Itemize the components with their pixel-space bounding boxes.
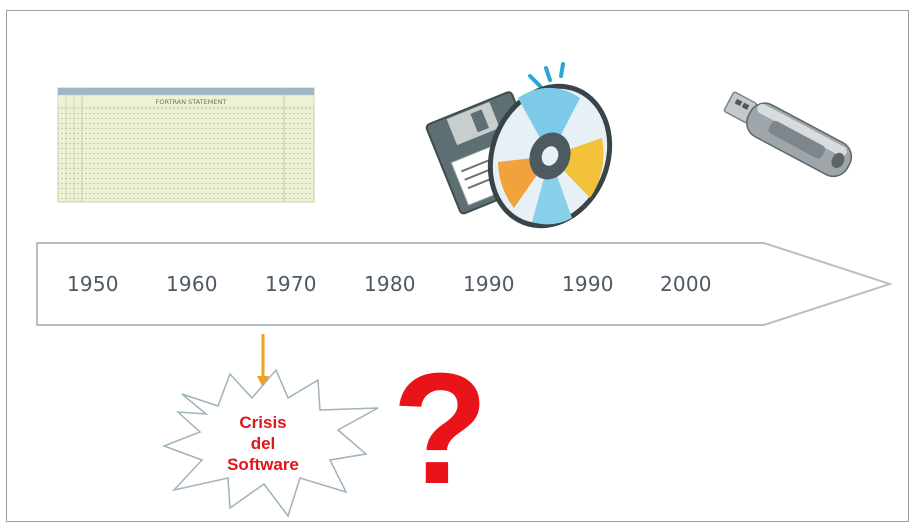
timeline-year: 1990	[463, 272, 515, 296]
crisis-label-line: Crisis	[239, 413, 287, 432]
timeline-year: 1950	[67, 272, 119, 296]
crisis-label: Crisis del Software	[203, 412, 323, 475]
timeline-year: 1960	[166, 272, 218, 296]
crisis-label-line: Software	[227, 455, 299, 474]
timeline-year: 1990	[562, 272, 614, 296]
timeline-year: 2000	[660, 272, 712, 296]
crisis-label-line: del	[250, 434, 276, 453]
usb-stick-icon	[723, 91, 853, 178]
question-mark: ?	[392, 341, 489, 517]
timeline-year: 1970	[265, 272, 317, 296]
punch-card-icon: FORTRAN STATEMENT	[57, 87, 315, 203]
timeline-year: 1980	[364, 272, 416, 296]
floppy-and-cd-icon	[425, 62, 613, 229]
punch-card-header-text: FORTRAN STATEMENT	[156, 98, 227, 106]
